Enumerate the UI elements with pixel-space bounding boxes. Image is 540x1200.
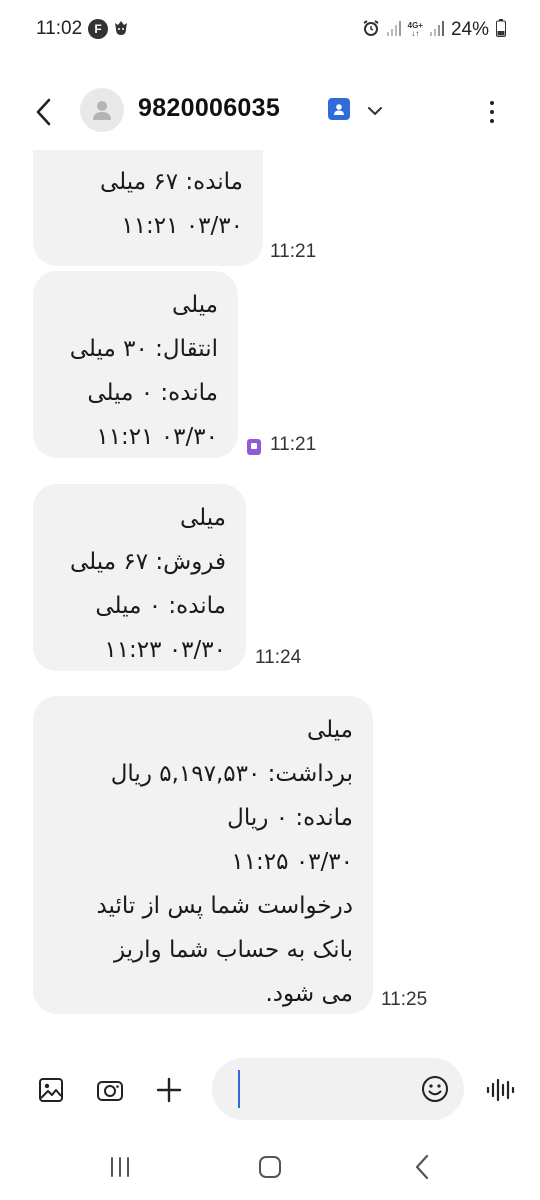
- message-line: ۰۳/۳۰ ۱۱:۲۱: [121, 213, 243, 239]
- expand-button[interactable]: [362, 98, 388, 124]
- message-line: درخواست شما پس از تائید: [96, 893, 353, 919]
- message-line: میلی: [306, 717, 353, 743]
- plus-icon: [156, 1077, 182, 1103]
- message-time: 11:25: [381, 989, 428, 1010]
- status-time: 11:02: [36, 18, 83, 39]
- chevron-down-icon: [368, 107, 382, 116]
- message-bubble[interactable]: مانده: ۶۷ میلی ۰۳/۳۰ ۱۱:۲۱: [33, 150, 263, 266]
- message-time: 11:24: [255, 647, 302, 668]
- message-line: ۰۳/۳۰ ۱۱:۲۵: [231, 849, 353, 875]
- notification-badge: F: [88, 19, 108, 39]
- person-icon: [93, 101, 111, 120]
- back-nav-icon: [415, 1154, 429, 1180]
- message-line: [53, 150, 243, 160]
- signal-icon-2: [429, 20, 444, 40]
- status-bar: 11:02 F 4G+ ↓↑ 24%: [0, 0, 540, 60]
- camera-button[interactable]: [92, 1072, 128, 1108]
- back-arrow-icon: [36, 98, 51, 126]
- message-input[interactable]: [212, 1058, 464, 1120]
- more-options-button[interactable]: [478, 94, 506, 130]
- more-vertical-icon: [490, 101, 494, 105]
- message-line: میلی: [171, 292, 218, 318]
- voice-wave-icon: [486, 1078, 515, 1102]
- message-line: مانده: ۰ میلی: [95, 593, 226, 619]
- text-cursor: [238, 1070, 240, 1108]
- home-button[interactable]: [250, 1152, 290, 1182]
- avatar[interactable]: [80, 88, 124, 132]
- battery-icon: [496, 19, 506, 41]
- conversation-header: 9820006035: [0, 76, 540, 146]
- app-notification-icon: [113, 19, 129, 42]
- message-bubble[interactable]: میلی انتقال: ۳۰ میلی مانده: ۰ میلی ۰۳/۳۰…: [33, 271, 238, 458]
- compose-bar: [0, 1056, 540, 1126]
- message-line: فروش: ۶۷ میلی: [69, 549, 226, 575]
- sim-icon: [247, 439, 261, 455]
- add-attachment-button[interactable]: [151, 1072, 187, 1108]
- message-line: مانده: ۶۷ میلی: [100, 169, 243, 195]
- message-bubble[interactable]: میلی برداشت: ۵,۱۹۷,۵۳۰ ریال مانده: ۰ ریا…: [33, 696, 373, 1014]
- home-icon: [259, 1156, 281, 1178]
- recents-icon: [111, 1157, 129, 1177]
- recents-button[interactable]: [100, 1152, 140, 1182]
- message-line: مانده: ۰ ریال: [227, 805, 353, 831]
- battery-level: 24%: [450, 19, 489, 40]
- back-nav-button[interactable]: [402, 1152, 442, 1182]
- system-nav-bar: [0, 1140, 540, 1200]
- contact-card-icon[interactable]: [328, 98, 350, 120]
- message-line: ۰۳/۳۰ ۱۱:۲۱: [96, 424, 218, 450]
- emoji-icon: [422, 1076, 448, 1102]
- status-right: 4G+ ↓↑ 24%: [362, 18, 506, 42]
- signal-icon: [386, 20, 401, 40]
- image-icon: [39, 1078, 63, 1102]
- message-time: 11:21: [270, 434, 317, 455]
- voice-input-button[interactable]: [482, 1072, 518, 1108]
- message-line: میلی: [179, 505, 226, 531]
- contact-name[interactable]: 9820006035: [138, 94, 280, 123]
- message-bubble[interactable]: میلی فروش: ۶۷ میلی مانده: ۰ میلی ۰۳/۳۰ ۱…: [33, 484, 246, 671]
- message-list[interactable]: مانده: ۶۷ میلی ۰۳/۳۰ ۱۱:۲۱ 11:21 میلی ان…: [0, 150, 540, 1030]
- message-line: انتقال: ۳۰ میلی: [69, 336, 218, 362]
- alarm-icon: [362, 19, 380, 41]
- message-line: ۰۳/۳۰ ۱۱:۲۳: [104, 637, 226, 663]
- message-time: 11:21: [270, 241, 317, 262]
- message-line: بانک به حساب شما واریز: [113, 937, 353, 963]
- back-button[interactable]: [26, 94, 62, 130]
- message-line: می شود.: [265, 981, 353, 1007]
- message-line: مانده: ۰ میلی: [87, 380, 218, 406]
- message-line: برداشت: ۵,۱۹۷,۵۳۰ ریال: [110, 761, 353, 787]
- emoji-button[interactable]: [418, 1072, 452, 1106]
- gallery-button[interactable]: [33, 1072, 69, 1108]
- camera-icon: [97, 1081, 123, 1101]
- network-type: 4G+ ↓↑: [407, 21, 423, 38]
